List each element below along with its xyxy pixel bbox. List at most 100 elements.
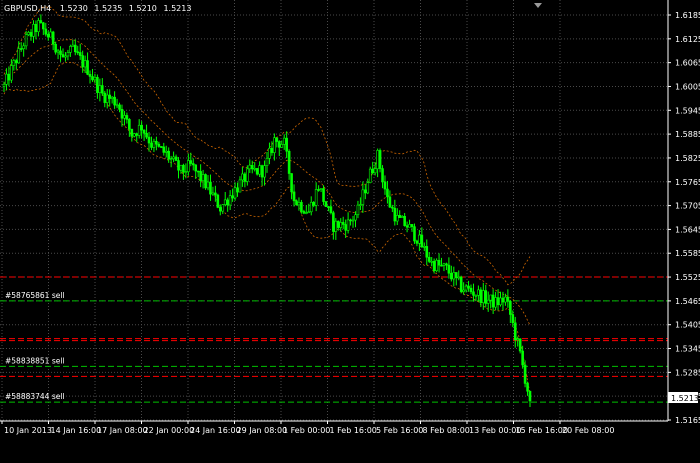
candle-body: [226, 199, 229, 206]
candle-body: [69, 46, 72, 53]
candle-body: [184, 171, 188, 174]
candle-body: [472, 291, 475, 296]
y-tick-label: 1.5585: [675, 249, 700, 258]
candle-body: [467, 285, 470, 289]
candle-body: [93, 76, 97, 81]
x-tick-label: 24 Jan 16:00: [190, 426, 241, 435]
candle-body: [368, 168, 372, 183]
candle-body: [29, 32, 33, 37]
candle-body: [427, 256, 431, 262]
candle-body: [268, 147, 271, 159]
candle-body: [160, 146, 163, 148]
candle-body: [302, 211, 306, 214]
candle-body: [371, 168, 374, 174]
candle-body: [145, 132, 148, 138]
candle-body: [464, 285, 468, 291]
candle-body: [450, 272, 453, 280]
candle-body: [83, 60, 87, 68]
candle-body: [410, 224, 414, 227]
candle-body: [115, 104, 119, 107]
candle-body: [22, 45, 25, 49]
candle-body: [17, 48, 21, 64]
candle-body: [54, 43, 57, 53]
candle-body: [260, 165, 264, 178]
candle-body: [103, 92, 107, 103]
candle-body: [76, 51, 80, 54]
candle-body: [19, 48, 23, 50]
candle-body: [405, 225, 409, 228]
candle-body: [34, 24, 38, 33]
candle: [413, 223, 416, 244]
candle-body: [255, 168, 259, 175]
candle-body: [78, 52, 82, 56]
candle-body: [312, 201, 316, 206]
candle-body: [248, 164, 252, 170]
candle: [378, 148, 382, 173]
candle-body: [364, 189, 367, 194]
candle-body: [413, 226, 416, 242]
candle-body: [218, 207, 222, 212]
candle-body: [177, 160, 180, 171]
candle-body: [400, 216, 404, 218]
order-label: #58838851 sell: [5, 356, 65, 365]
candle-body: [137, 124, 141, 136]
candle-body: [189, 160, 193, 164]
candle-body: [211, 192, 215, 195]
candle: [518, 338, 522, 354]
candle: [368, 166, 372, 184]
candle-body: [199, 171, 202, 182]
y-tick-label: 1.5525: [675, 273, 700, 282]
candle-body: [223, 199, 227, 205]
candle-body: [27, 32, 30, 35]
candle-body: [263, 165, 266, 178]
candle-body: [388, 196, 392, 208]
candle-body: [238, 179, 242, 193]
candle-body: [504, 296, 507, 303]
y-tick-label: 1.6005: [675, 82, 700, 91]
order-label: #58883744 sell: [5, 392, 65, 401]
candle-body: [113, 96, 116, 106]
candle-body: [292, 191, 296, 202]
candle-body: [98, 85, 102, 93]
candle-body: [5, 73, 8, 85]
candle-body: [142, 129, 146, 134]
candle-body: [155, 140, 158, 145]
candle-body: [123, 115, 126, 119]
candle-body: [44, 28, 48, 35]
candle-body: [398, 215, 402, 218]
candle-body: [71, 44, 75, 47]
candle-body: [12, 60, 16, 66]
candle-body: [491, 294, 495, 308]
candle-body: [125, 115, 129, 120]
candle-body: [457, 276, 461, 279]
candle-body: [339, 222, 343, 228]
candle-body: [324, 201, 328, 207]
candle-body: [329, 206, 333, 214]
candle-body: [120, 109, 124, 119]
candle-body: [10, 65, 13, 81]
candle-body: [506, 296, 510, 302]
x-tick-label: 1 Feb 16:00: [330, 426, 377, 435]
candle-body: [486, 299, 490, 304]
y-tick-label: 1.5165: [675, 416, 700, 425]
candle-body: [277, 141, 281, 148]
candle-body: [179, 164, 183, 171]
candle-body: [307, 211, 311, 214]
high-value: 1.5235: [94, 4, 122, 13]
candle-body: [130, 128, 134, 137]
y-tick-label: 1.5825: [675, 154, 700, 163]
candle: [216, 193, 220, 209]
chart-window[interactable]: #58765861 sell #58838851 sell #58883744 se…: [0, 0, 700, 463]
candle-body: [152, 140, 156, 148]
candle-body: [2, 84, 6, 87]
x-tick-label: 10 Jan 2013: [4, 426, 52, 435]
x-tick-label: 8 Feb 08:00: [423, 426, 470, 435]
candle-body: [481, 290, 485, 304]
candle-body: [317, 189, 320, 191]
candle-body: [528, 390, 532, 402]
price-chart[interactable]: #58765861 sell #58838851 sell #58883744 se…: [0, 0, 700, 463]
candle-body: [101, 85, 104, 94]
candle-body: [351, 219, 355, 222]
candle-body: [66, 52, 70, 57]
candle-body: [332, 212, 335, 232]
